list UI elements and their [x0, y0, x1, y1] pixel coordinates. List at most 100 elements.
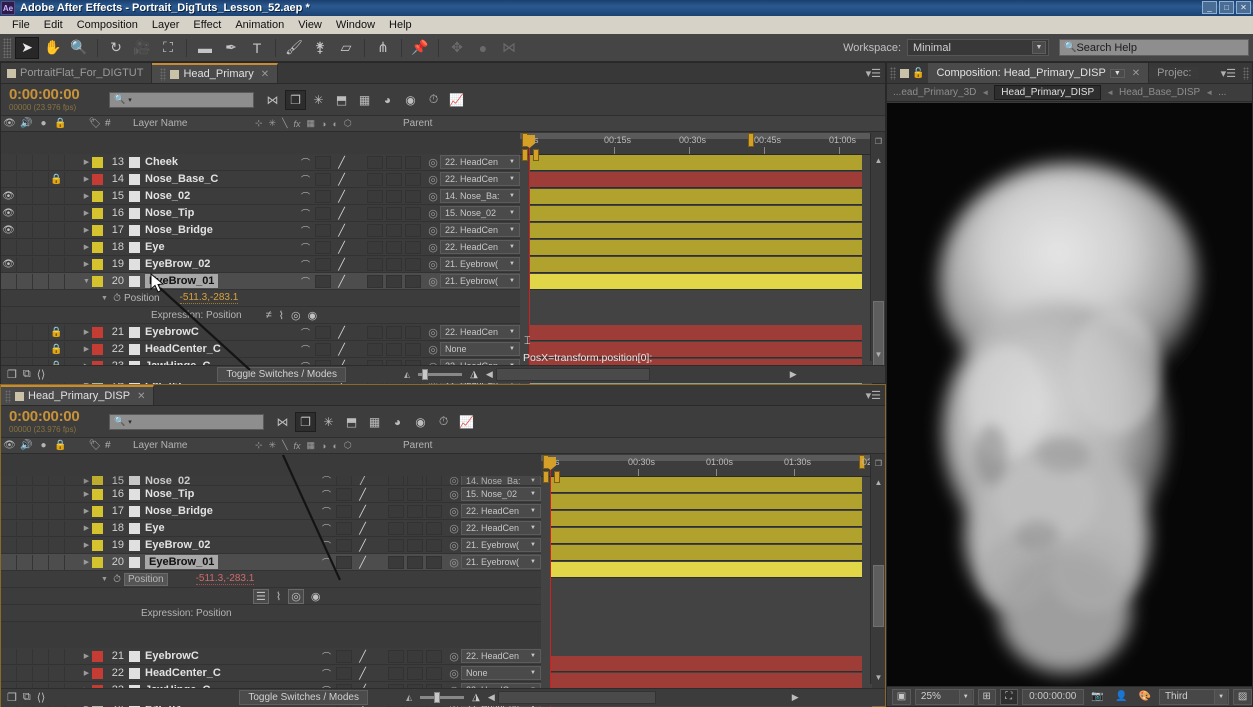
draft-3d-icon[interactable]: ❐: [295, 411, 316, 432]
resolution-select[interactable]: Third ▼: [1158, 688, 1230, 705]
property-row-position[interactable]: ▼ ⏱ Position -511.3,-283.1: [1, 571, 541, 588]
motion-blur-switch[interactable]: [386, 155, 402, 169]
hide-shy-layers-icon[interactable]: ✳: [318, 412, 339, 432]
motion-blur-switch[interactable]: [386, 257, 402, 271]
parent-pick-whip-icon[interactable]: ◎: [447, 556, 461, 569]
frame-blend-switch[interactable]: [388, 487, 404, 501]
rasterize-switch[interactable]: [336, 538, 352, 552]
motion-blur-switch[interactable]: [386, 206, 402, 220]
duplicate-icon[interactable]: ⧉: [23, 691, 31, 704]
frame-blend-switch[interactable]: [388, 521, 404, 535]
shy-switch[interactable]: ⌒: [319, 556, 334, 569]
table-row[interactable]: ▼ 20 EyeBrow_01 ⌒ ╱ ◎ 21. Eyebrow(▼: [1, 273, 520, 290]
timeline-top-vscroll[interactable]: ▲ ▼ ❐: [870, 133, 885, 367]
layer-visibility-toggle[interactable]: 👁: [1, 188, 17, 204]
roi-icon[interactable]: ⛶: [999, 688, 1018, 705]
tab-grip-icon[interactable]: [890, 66, 896, 80]
layer-visibility-toggle[interactable]: 👁: [1, 205, 17, 221]
chevron-down-icon[interactable]: ▼: [527, 556, 539, 568]
time-marker-end[interactable]: [554, 471, 560, 483]
three-d-switch[interactable]: [426, 555, 442, 569]
layer-visibility-toggle[interactable]: 👁: [1, 256, 17, 272]
frame-blend-switch[interactable]: [367, 342, 383, 356]
expand-icon[interactable]: ⟨⟩: [37, 691, 46, 704]
three-d-switch[interactable]: [405, 172, 421, 186]
channels-icon[interactable]: 🎨: [1135, 689, 1155, 705]
camera-tool[interactable]: 🎥: [130, 37, 154, 59]
table-row[interactable]: ▶ 20 EyeBrow_01 ⌒ ╱ ◎ 21. Eyebrow(▼: [1, 554, 541, 571]
rasterize-switch[interactable]: [315, 257, 331, 271]
quality-switch[interactable]: ╱: [355, 539, 370, 552]
transparency-grid-icon[interactable]: ▨: [1233, 688, 1252, 705]
scroll-up-arrow[interactable]: ▲: [873, 155, 884, 166]
chevron-down-icon[interactable]: ▼: [1214, 689, 1228, 704]
frame-blend-switch[interactable]: [388, 504, 404, 518]
layer-duration-bar[interactable]: [529, 223, 862, 239]
chevron-down-icon[interactable]: ▼: [527, 476, 539, 485]
layer-label-color[interactable]: [92, 326, 103, 338]
parent-select[interactable]: 22. HeadCen▼: [440, 325, 520, 339]
quality-switch[interactable]: ╱: [334, 326, 349, 339]
parent-select[interactable]: 22. HeadCen▼: [440, 240, 520, 254]
layer-label-color[interactable]: [92, 556, 103, 568]
toggle-view-icon[interactable]: ▣: [892, 688, 911, 705]
layer-solo-toggle[interactable]: [33, 273, 49, 289]
parent-pick-whip-icon[interactable]: ◎: [426, 241, 440, 254]
layer-lock-toggle[interactable]: 🔒: [49, 324, 65, 340]
shy-switch[interactable]: ⌒: [298, 326, 313, 339]
hscroll-right-arrow[interactable]: ▶: [790, 369, 797, 380]
comp-flowchart-icon[interactable]: ❐: [873, 458, 884, 469]
table-row[interactable]: 🔒 ▶ 21 EyebrowC ⌒ ╱ ◎ 22. HeadCen ▼: [1, 324, 520, 341]
three-d-switch[interactable]: [426, 666, 442, 680]
shy-switch[interactable]: ⌒: [298, 241, 313, 254]
layer-solo-toggle[interactable]: [33, 476, 49, 485]
breadcrumb-item[interactable]: Head_Primary_DISP: [994, 85, 1102, 100]
layer-name[interactable]: EyeBrow_02: [145, 258, 257, 270]
parent-select[interactable]: 22. HeadCen▼: [440, 172, 520, 186]
three-d-switch[interactable]: [405, 240, 421, 254]
layer-label-color[interactable]: [92, 650, 103, 662]
three-d-switch[interactable]: [405, 342, 421, 356]
puppet-overlap-tool[interactable]: ✥: [445, 37, 469, 59]
chevron-down-icon[interactable]: ▼: [527, 667, 539, 679]
layer-audio-toggle[interactable]: [17, 503, 33, 519]
timeline-zoom-slider[interactable]: [418, 369, 463, 380]
menu-help[interactable]: Help: [382, 18, 419, 32]
breadcrumb-item[interactable]: Head_Base_DISP: [1119, 87, 1200, 98]
layer-audio-toggle[interactable]: [17, 520, 33, 536]
rasterize-switch[interactable]: [336, 555, 352, 569]
rasterize-switch[interactable]: [315, 223, 331, 237]
layer-visibility-toggle[interactable]: [1, 665, 17, 681]
shy-switch[interactable]: ⌒: [319, 476, 334, 485]
layer-name[interactable]: EyebrowC: [145, 650, 257, 662]
table-row[interactable]: ▶ 18 Eye ⌒ ╱ ◎ 22. HeadCen ▼: [1, 520, 541, 537]
table-row[interactable]: 👁 ▶ 15 Nose_02 ⌒ ╱ ◎ 14. Nose_Ba: ▼: [1, 188, 520, 205]
chevron-down-icon[interactable]: ▼: [506, 241, 518, 253]
layer-name[interactable]: HeadCenter_C: [145, 343, 257, 355]
layer-solo-toggle[interactable]: [33, 154, 49, 170]
table-row[interactable]: ▶ 21 EyebrowC ⌒ ╱ ◎ 22. HeadCen ▼: [1, 648, 541, 665]
motion-blur-switch[interactable]: [386, 325, 402, 339]
motion-blur-switch[interactable]: [386, 172, 402, 186]
chevron-down-icon[interactable]: ▼: [506, 258, 518, 270]
layer-duration-bar[interactable]: [529, 206, 862, 222]
close-icon[interactable]: ✕: [137, 391, 145, 402]
layer-duration-bar[interactable]: [529, 155, 862, 171]
layer-lock-toggle[interactable]: [49, 205, 65, 221]
motion-blur-switch[interactable]: [407, 538, 423, 552]
parent-select[interactable]: 14. Nose_Ba: ▼: [461, 476, 541, 485]
layer-solo-toggle[interactable]: [33, 256, 49, 272]
parent-select[interactable]: 14. Nose_Ba: ▼: [440, 189, 520, 203]
shy-switch[interactable]: ⌒: [298, 224, 313, 237]
chevron-down-icon[interactable]: ▼: [1109, 68, 1125, 78]
layer-label-color[interactable]: [92, 258, 103, 270]
layer-label-color[interactable]: [92, 476, 103, 485]
parent-pick-whip-icon[interactable]: ◎: [426, 224, 440, 237]
timeline-top-hscroll-thumb[interactable]: [495, 368, 650, 381]
chevron-down-icon[interactable]: ▼: [527, 650, 539, 662]
layer-audio-toggle[interactable]: [17, 537, 33, 553]
timeline-search-input[interactable]: 🔍 ▾: [109, 413, 264, 430]
motion-blur-switch[interactable]: [407, 504, 423, 518]
parent-select[interactable]: None ▼: [461, 666, 541, 680]
shy-switch[interactable]: ⌒: [298, 173, 313, 186]
